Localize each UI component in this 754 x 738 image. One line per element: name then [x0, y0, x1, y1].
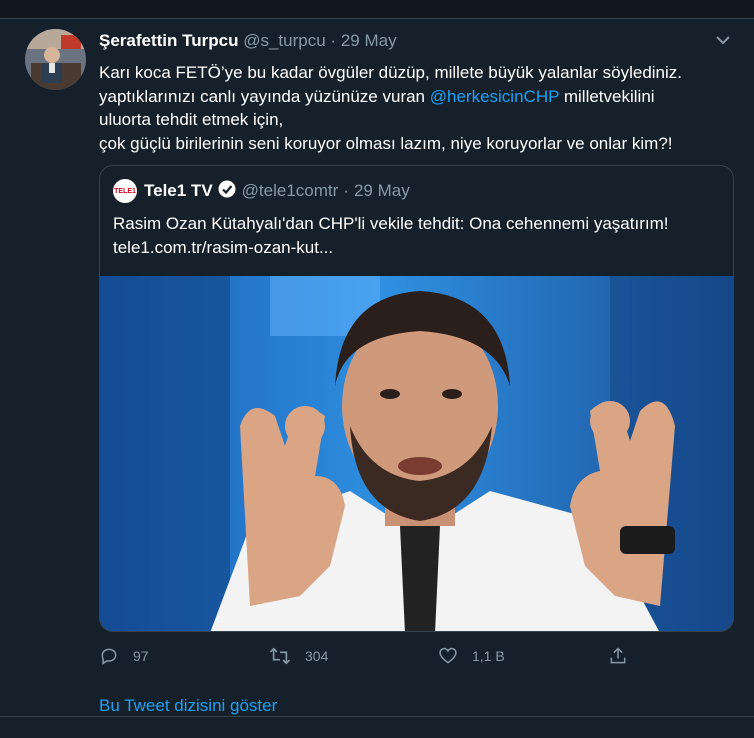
- quoted-tweet-text: Rasim Ozan Kütahyalı'dan CHP'li vekile t…: [113, 212, 723, 259]
- tweet-text-line-2-start: yaptıklarınızı canlı yayında yüzünüze vu…: [99, 86, 430, 106]
- quoted-tweet[interactable]: TELE1 Tele1 TV @tele1comtr · 29 May Rasi…: [99, 165, 734, 632]
- quoted-tweet-date: 29 May: [353, 181, 410, 200]
- top-divider-bar: [0, 0, 754, 19]
- share-icon: [610, 647, 626, 664]
- retweet-button[interactable]: 304: [269, 646, 328, 666]
- tweet-header: Şerafettin Turpcu @s_turpcu · 29 May: [99, 31, 397, 51]
- quoted-link-text: tele1.com.tr/rasim-ozan-kut...: [113, 237, 334, 257]
- share-button[interactable]: [608, 646, 642, 666]
- tweet-text: Karı koca FETÖ’ye bu kadar övgüler düzüp…: [99, 61, 739, 155]
- quoted-tweet-image[interactable]: [100, 276, 733, 631]
- tweet-text-line-2: yaptıklarınızı canlı yayında yüzünüze vu…: [99, 85, 739, 109]
- tweet-text-line-4: çok güçlü birilerinin seni koruyor olmas…: [99, 133, 673, 153]
- mention-link[interactable]: @herkesicinCHP: [430, 87, 559, 106]
- quoted-text-line-1: Rasim Ozan Kütahyalı'dan CHP'li vekile t…: [113, 214, 669, 233]
- tweet[interactable]: Şerafettin Turpcu @s_turpcu · 29 May Kar…: [0, 19, 754, 738]
- avatar[interactable]: [25, 29, 86, 90]
- tweet-text-line-3: uluorta tehdit etmek için,: [99, 110, 284, 129]
- show-thread-link[interactable]: Bu Tweet dizisini göster: [99, 696, 277, 716]
- heart-icon: [439, 647, 457, 664]
- like-button[interactable]: 1,1 B: [438, 646, 505, 666]
- retweet-count: 304: [305, 648, 329, 664]
- quoted-author-logo: TELE1: [113, 179, 137, 203]
- bottom-divider: [0, 716, 754, 717]
- reply-count: 97: [133, 648, 149, 664]
- like-count: 1,1 B: [472, 648, 505, 664]
- tweet-text-line-1: Karı koca FETÖ’ye bu kadar övgüler düzüp…: [99, 63, 683, 82]
- tweet-text-line-2-end: milletvekilini: [559, 86, 655, 106]
- chevron-down-icon[interactable]: [714, 33, 732, 47]
- retweet-icon: [269, 647, 291, 665]
- quoted-author-handle: @tele1comtr: [241, 181, 339, 200]
- avatar-photo: [25, 29, 86, 90]
- tweet-date[interactable]: 29 May: [341, 31, 397, 50]
- reply-icon: [101, 648, 117, 665]
- author-handle[interactable]: @s_turpcu: [243, 31, 325, 50]
- reply-button[interactable]: 97: [99, 646, 149, 666]
- tweet-actions: 97 304 1,1 B: [99, 646, 659, 672]
- verified-badge-icon: [218, 180, 236, 203]
- quoted-meta-separator: ·: [343, 181, 349, 200]
- meta-separator: ·: [330, 31, 337, 50]
- quoted-author-name: Tele1 TV: [144, 181, 213, 200]
- author-name[interactable]: Şerafettin Turpcu: [99, 31, 238, 50]
- quoted-tweet-header: TELE1 Tele1 TV @tele1comtr · 29 May: [113, 179, 410, 203]
